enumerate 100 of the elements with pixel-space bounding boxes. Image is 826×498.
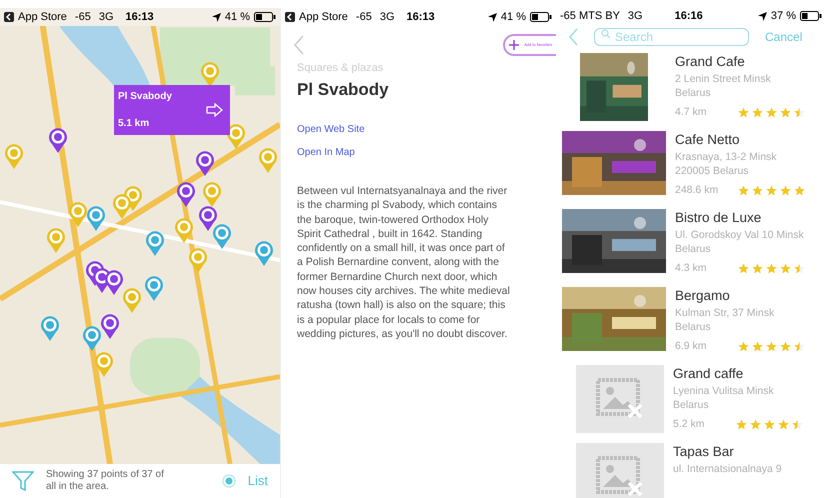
place-address: Krasnaya, 13-2 Minsk 220005 Belarus xyxy=(675,150,778,178)
place-item[interactable]: Bistro de Luxe Ul. Gorodskoy Val 10 Minsk Belarus 4.3 km xyxy=(556,208,826,278)
battery-icon xyxy=(254,12,276,22)
map-pin-icon[interactable] xyxy=(144,275,164,301)
place-name: Grand Cafe xyxy=(675,52,746,70)
place-name: Tapas Bar xyxy=(673,442,735,460)
back-app-icon xyxy=(285,12,295,22)
place-distance: 6.9 km xyxy=(675,338,707,354)
map-pin-icon[interactable] xyxy=(254,240,274,266)
back-app-icon xyxy=(4,12,14,22)
battery-icon xyxy=(530,12,552,22)
place-item[interactable]: Grand caffe Lyenina Vulitsa Minsk Belarus 5.2 km xyxy=(556,364,826,434)
star-icon xyxy=(766,185,777,196)
network-type: 3G xyxy=(628,9,643,24)
place-title: Pl Svabody xyxy=(297,78,390,100)
status-time: 16:13 xyxy=(406,10,435,25)
points-summary: Showing 37 points of 37 of all in the area. xyxy=(46,469,165,493)
place-distance: 4.3 km xyxy=(675,260,707,276)
battery-percent: 41 % xyxy=(500,10,526,25)
place-item[interactable]: Bergamo Kulman Str, 37 Minsk Belarus 6.9 km xyxy=(556,286,826,356)
map-pin-icon[interactable] xyxy=(212,223,232,249)
star-icon xyxy=(764,419,775,430)
star-icon xyxy=(752,341,763,352)
star-icon xyxy=(794,107,805,118)
callout-title: Pl Svabody xyxy=(118,90,173,104)
back-app-label: App Store xyxy=(299,10,348,25)
star-icon xyxy=(794,185,805,196)
map-pin-icon[interactable] xyxy=(82,325,102,351)
location-arrow-icon xyxy=(488,12,497,22)
link[interactable]: Open In Map xyxy=(297,145,355,160)
star-icon xyxy=(752,263,763,274)
star-icon xyxy=(738,107,749,118)
star-icon xyxy=(766,263,777,274)
place-distance: 5.2 km xyxy=(673,416,705,432)
star-icon xyxy=(738,263,749,274)
map-pin-icon[interactable] xyxy=(176,181,196,207)
place-item[interactable]: Tapas Bar ul. Internatsionalnaya 9 xyxy=(556,442,826,498)
star-icon xyxy=(780,107,791,118)
link[interactable]: Open Web Site xyxy=(297,122,365,137)
star-icon xyxy=(780,185,791,196)
star-icon xyxy=(766,107,777,118)
place-item[interactable]: Cafe Netto Krasnaya, 13-2 Minsk 220005 Belarus 248.6 km xyxy=(556,130,826,200)
search-field[interactable]: Search xyxy=(594,28,749,46)
place-address: Kulman Str, 37 Minsk Belarus xyxy=(675,306,776,334)
battery-percent: 37 % xyxy=(770,9,796,24)
map-pin-icon[interactable] xyxy=(40,315,60,341)
star-icon xyxy=(794,263,805,274)
network-type: 3G xyxy=(380,10,395,25)
map-pin-icon[interactable] xyxy=(104,269,124,295)
map-callout[interactable]: Pl Svabody 5.1 km xyxy=(114,85,230,135)
status-time: 16:13 xyxy=(126,10,154,25)
broken-image-icon xyxy=(595,454,645,498)
star-icon xyxy=(766,341,777,352)
star-icon xyxy=(738,185,749,196)
star-icon xyxy=(736,419,747,430)
map-pin-icon[interactable] xyxy=(198,205,218,231)
back-app-label: App Store xyxy=(18,10,67,25)
star-icon xyxy=(780,341,791,352)
location-arrow-icon xyxy=(758,12,767,21)
back-icon[interactable] xyxy=(293,35,305,55)
back-icon[interactable] xyxy=(568,28,578,46)
battery-percent: 41 % xyxy=(224,10,250,25)
plus-icon xyxy=(508,39,520,51)
signal-strength: -65 xyxy=(74,10,91,25)
place-address: 2 Lenin Street Minsk Belarus xyxy=(675,72,772,100)
network-type: 3G xyxy=(98,10,114,25)
status-time: 16:16 xyxy=(674,9,703,24)
map-pin-icon[interactable] xyxy=(145,230,165,256)
place-address: Ul. Gorodskoy Val 10 Minsk Belarus xyxy=(675,228,805,256)
star-icon xyxy=(778,419,789,430)
map-pin-icon[interactable] xyxy=(195,150,215,176)
map-pin-icon[interactable] xyxy=(86,205,106,231)
location-arrow-icon xyxy=(212,12,221,22)
star-icon xyxy=(792,419,803,430)
star-icon xyxy=(750,419,761,430)
broken-image-icon xyxy=(595,376,645,420)
star-icon xyxy=(794,341,805,352)
star-icon xyxy=(738,341,749,352)
place-distance: 248.6 km xyxy=(675,182,718,198)
arrow-right-icon xyxy=(206,103,224,117)
place-distance: 4.7 km xyxy=(675,104,707,120)
place-name: Cafe Netto xyxy=(675,130,741,148)
filter-icon[interactable] xyxy=(12,471,34,491)
place-name: Bergamo xyxy=(675,286,731,304)
star-icon xyxy=(752,185,763,196)
star-icon xyxy=(752,107,763,118)
place-item[interactable]: Grand Cafe 2 Lenin Street Minsk Belarus 4.7 km xyxy=(556,52,826,122)
search-icon xyxy=(601,28,611,38)
signal-strength: -65 xyxy=(356,10,372,25)
description: Between vul Internatsyanalnaya and the river is the charming pl Svabody, which contains the baroque, twin-towered Orthodox Holy Spirit Cathedral , built in 1642. Standing confidently on a small hill, it was once part of a Polish Bernardine convent, along with the former Bernardine Church next door, which now houses city archives. The white medieval ratusha (town hall) is also on the square; this is a popular place for locals to come for wedding pictures, as you'll no doubt discover. xyxy=(297,184,511,342)
carrier: -65 MTS BY xyxy=(560,9,620,24)
map-pin-icon[interactable] xyxy=(100,313,120,339)
place-name: Grand caffe xyxy=(673,364,744,382)
place-name: Bistro de Luxe xyxy=(675,208,762,226)
battery-icon xyxy=(800,11,822,22)
place-address: ul. Internatsionalnaya 9 xyxy=(673,462,783,476)
callout-distance: 5.1 km xyxy=(118,117,150,131)
locate-icon[interactable] xyxy=(222,474,236,488)
place-address: Lyenina Vulitsa Minsk Belarus xyxy=(673,384,775,412)
map-pin-icon[interactable] xyxy=(48,127,68,153)
